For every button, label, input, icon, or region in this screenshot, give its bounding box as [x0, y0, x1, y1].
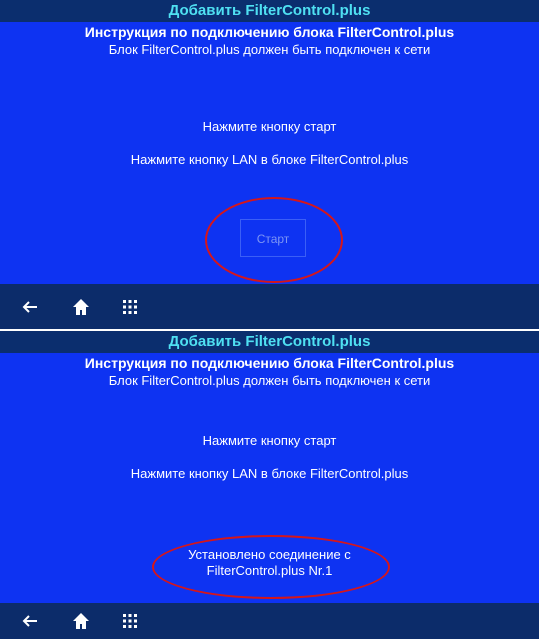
instruction-press-lan: Нажмите кнопку LAN в блоке FilterControl…	[130, 466, 409, 481]
home-icon[interactable]	[71, 611, 91, 631]
instruction-press-lan: Нажмите кнопку LAN в блоке FilterControl…	[130, 152, 409, 167]
home-icon[interactable]	[71, 297, 91, 317]
instruction-press-start: Нажмите кнопку старт	[202, 119, 337, 134]
panel-after-connection: Добавить FilterControl.plus Инструкция п…	[0, 331, 539, 639]
instructions-heading: Инструкция по подключению блока FilterCo…	[84, 355, 455, 371]
instructions-heading: Инструкция по подключению блока FilterCo…	[84, 24, 455, 40]
window-title: Добавить FilterControl.plus	[0, 0, 539, 22]
instructions-area: Инструкция по подключению блока FilterCo…	[0, 22, 539, 284]
back-arrow-icon[interactable]	[20, 297, 40, 317]
network-requirement-text: Блок FilterControl.plus должен быть подк…	[108, 373, 431, 388]
grid-menu-icon[interactable]	[120, 297, 140, 317]
highlight-ellipse	[205, 197, 343, 283]
bottom-nav	[0, 603, 539, 639]
instruction-press-start: Нажмите кнопку старт	[202, 433, 337, 448]
highlight-ellipse	[152, 535, 390, 599]
panel-before-connection: Добавить FilterControl.plus Инструкция п…	[0, 0, 539, 329]
back-arrow-icon[interactable]	[20, 611, 40, 631]
grid-menu-icon[interactable]	[120, 611, 140, 631]
network-requirement-text: Блок FilterControl.plus должен быть подк…	[108, 42, 431, 57]
window-title: Добавить FilterControl.plus	[0, 331, 539, 353]
bottom-nav	[0, 284, 539, 329]
instructions-area: Инструкция по подключению блока FilterCo…	[0, 353, 539, 603]
